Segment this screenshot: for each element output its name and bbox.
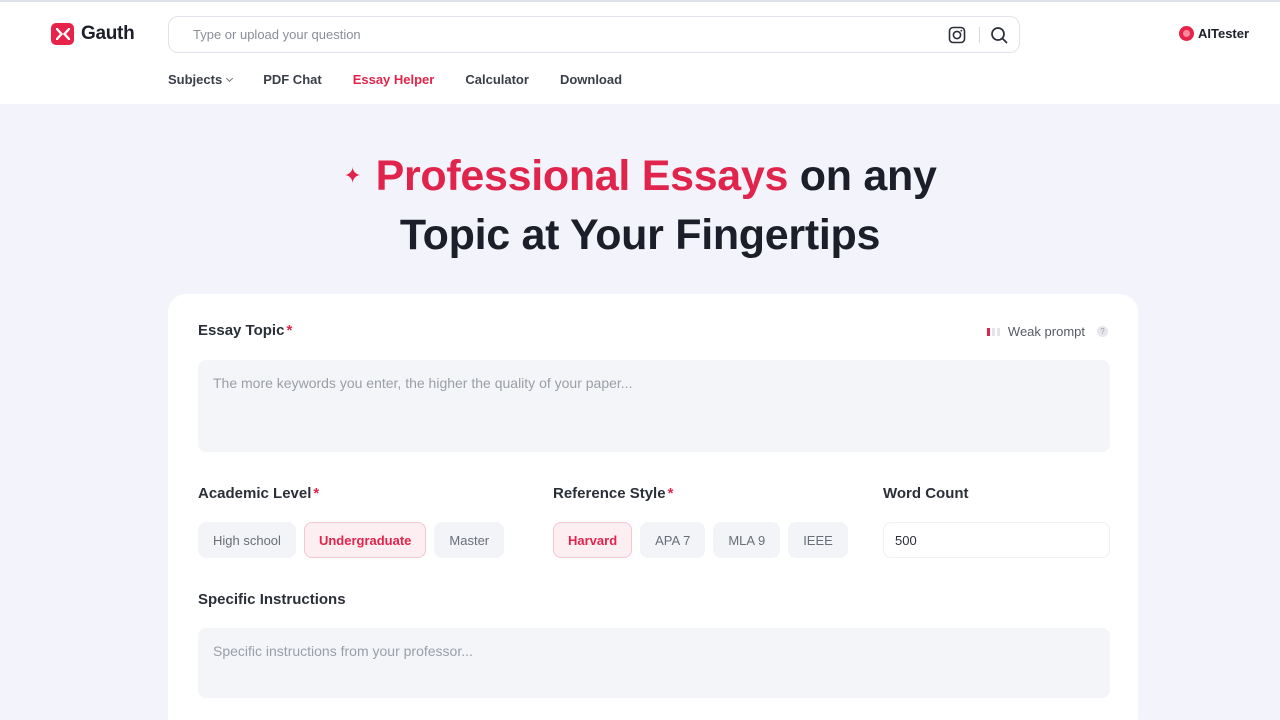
nav-item-download[interactable]: Download <box>560 72 622 87</box>
search-bar <box>168 16 1020 53</box>
search-input[interactable] <box>193 27 893 42</box>
prompt-strength-indicator: Weak prompt ? <box>986 324 1108 339</box>
gauth-logo[interactable]: Gauth <box>51 23 135 45</box>
user-menu[interactable]: AITester <box>1179 26 1249 41</box>
specific-instructions-label: Specific Instructions <box>198 591 346 608</box>
nav-item-pdf-chat[interactable]: PDF Chat <box>263 72 322 87</box>
nav-item-essay-helper[interactable]: Essay Helper <box>353 72 435 87</box>
specific-instructions-input[interactable] <box>198 628 1110 698</box>
title-rest: on any <box>788 152 937 200</box>
nav-item-subjects[interactable]: Subjects <box>168 72 234 87</box>
academic-level-label: Academic Level * <box>198 485 319 502</box>
option-ieee[interactable]: IEEE <box>788 522 848 558</box>
nav-item-calculator[interactable]: Calculator <box>465 72 529 87</box>
strength-bar <box>996 327 1000 336</box>
word-count-input[interactable]: 500 <box>883 522 1110 558</box>
essay-topic-label: Essay Topic * <box>198 322 292 339</box>
word-count-label: Word Count <box>883 485 969 502</box>
logo-text: Gauth <box>81 23 135 44</box>
academic-level-options: High school Undergraduate Master <box>198 522 505 558</box>
option-high-school[interactable]: High school <box>198 522 296 558</box>
reference-style-label-text: Reference Style <box>553 485 666 502</box>
reference-style-label: Reference Style * <box>553 485 673 502</box>
strength-bars <box>986 327 1000 336</box>
essay-form-card: Essay Topic* Weak prompt ? Academic Leve… <box>168 294 1138 720</box>
strength-text: Weak prompt <box>1007 324 1085 339</box>
title-highlight: Professional Essays <box>375 152 789 200</box>
required-mark: * <box>667 485 674 502</box>
option-harvard[interactable]: Harvard <box>553 522 633 558</box>
help-icon[interactable]: ? <box>1097 326 1108 337</box>
hero: ✦ Professional Essays on any Topic at You… <box>0 148 1280 264</box>
site-header: Gauth AITester Subjects PDF Chat Ess <box>0 2 1280 104</box>
option-apa-7[interactable]: APA 7 <box>640 522 706 558</box>
nav-item-label: Subjects <box>168 72 223 87</box>
page-title: ✦ Professional Essays on any Topic at You… <box>0 148 1280 264</box>
sparkle-icon: ✦ <box>343 163 362 189</box>
gauth-logo-icon <box>51 23 74 45</box>
avatar <box>1179 26 1194 41</box>
title-line-2: Topic at Your Fingertips <box>399 211 881 260</box>
essay-topic-input[interactable] <box>198 360 1110 452</box>
option-master[interactable]: Master <box>434 522 505 558</box>
required-mark: * <box>286 322 293 339</box>
user-name: AITester <box>1198 26 1250 41</box>
strength-bar <box>986 327 990 336</box>
essay-topic-label-text: Essay Topic <box>198 322 285 339</box>
camera-icon[interactable] <box>947 25 967 45</box>
chevron-down-icon <box>226 74 234 82</box>
main-nav: Subjects PDF Chat Essay Helper Calculato… <box>168 72 653 87</box>
option-mla-9[interactable]: MLA 9 <box>713 522 781 558</box>
search-divider <box>979 27 980 43</box>
option-undergraduate[interactable]: Undergraduate <box>303 522 427 558</box>
search-icon[interactable] <box>989 25 1009 45</box>
strength-bar <box>991 327 995 336</box>
reference-style-options: Harvard APA 7 MLA 9 IEEE <box>553 522 848 558</box>
academic-level-label-text: Academic Level <box>198 485 312 502</box>
required-mark: * <box>313 485 320 502</box>
